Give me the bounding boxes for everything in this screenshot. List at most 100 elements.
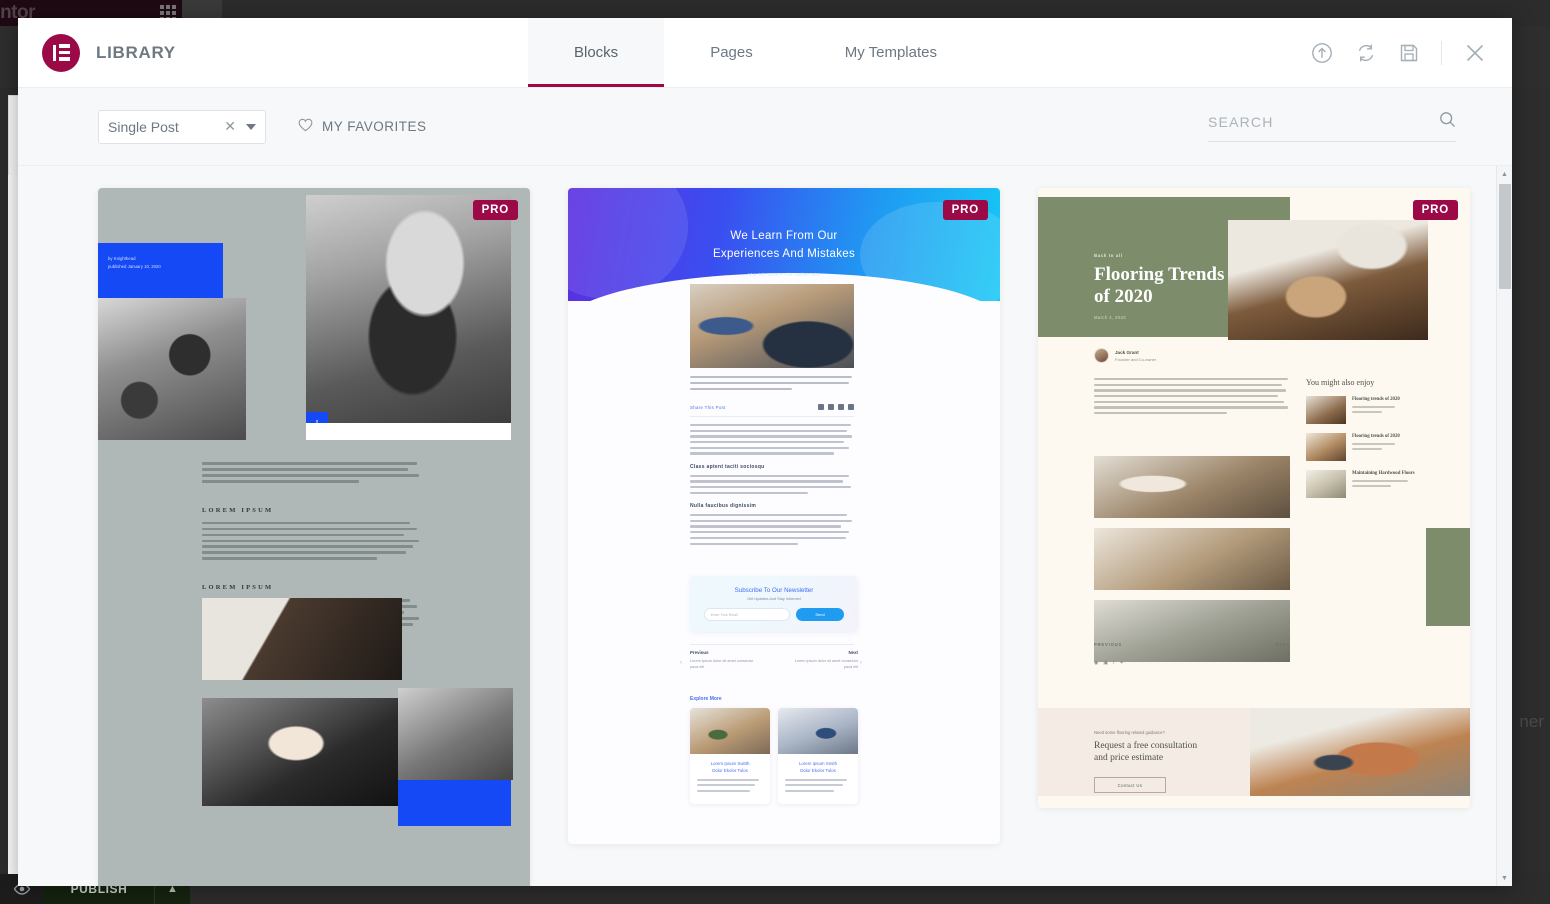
category-filter-select[interactable]: Single Post ✕	[98, 109, 266, 144]
preview-author-name: Jack Grant	[1115, 349, 1139, 355]
preview-subheading: Class aptent taciti sociosqu	[690, 463, 765, 470]
header-divider	[1441, 40, 1442, 65]
preview-photo	[1250, 708, 1470, 796]
preview-accent-block	[398, 780, 511, 826]
page-title: LIBRARY	[96, 42, 176, 62]
tab-blocks[interactable]: Blocks	[528, 18, 665, 87]
preview-meta-author: by Knighthead	[108, 256, 136, 261]
preview-sidebar-item-title: Flooring trends of 2020	[1352, 397, 1400, 402]
modal-header: LIBRARY Blocks Pages My Templates	[18, 18, 1512, 88]
scrollbar-track[interactable]	[1497, 182, 1513, 870]
templates-grid: PRO by Knighthead published January 10, …	[18, 166, 1512, 886]
chevron-down-icon[interactable]	[246, 123, 256, 130]
preview-next-text: Lorem ipsum dolor sit amet consectur pav…	[794, 659, 858, 670]
preview-hero-photo	[306, 195, 511, 423]
preview-next-label: NEXT	[1275, 642, 1290, 647]
preview-contact-button: Contact Us	[1094, 777, 1166, 794]
template-card[interactable]: PRO by Knighthead published January 10, …	[98, 188, 530, 886]
preview-section-heading: LOREM IPSUM	[202, 584, 274, 592]
preview-cta-section: Need some flooring related guidance? Req…	[1038, 708, 1470, 796]
my-favorites-button[interactable]: MY FAVORITES	[298, 118, 427, 135]
tab-pages[interactable]: Pages	[664, 18, 799, 87]
preview-article: Class aptent taciti sociosqu Nulla fauci…	[690, 424, 854, 548]
template-preview: by Knighthead published January 10, 2020…	[98, 188, 530, 886]
preview-hero-photo	[1228, 220, 1428, 340]
preview-barber-photo	[98, 298, 246, 440]
preview-prev-label: PREVIOUS	[1094, 642, 1123, 647]
status-badge: PRO	[472, 200, 518, 220]
preview-newsletter-form: Enter Your Email Send	[690, 601, 858, 621]
clear-x-icon[interactable]: ✕	[224, 118, 236, 135]
facebook-icon: f	[1113, 660, 1115, 666]
scroll-up-arrow-icon[interactable]: ▲	[1497, 166, 1513, 182]
preview-cta-title-line1: Request a free consultation	[1094, 741, 1198, 751]
preview-author: Jack Grant Founder and Co-owner	[1094, 348, 1156, 363]
preview-send-button: Send	[796, 608, 844, 621]
pinterest-icon: ◉	[1094, 660, 1099, 666]
preview-photo	[202, 698, 398, 806]
upload-icon[interactable]	[1311, 42, 1333, 64]
elementor-logo-icon	[42, 33, 80, 72]
preview-feature-photo	[690, 284, 854, 368]
preview-author-role: Founder and Co-owner	[1115, 356, 1157, 362]
preview-prev-label: Previous	[690, 650, 709, 655]
preview-related-subtitle: Dolor Ekolor Tolos	[712, 768, 748, 774]
preview-post-navigation: PREVIOUS NEXT	[1094, 642, 1290, 647]
preview-photo	[1094, 528, 1290, 590]
preview-photo	[1094, 600, 1290, 662]
modal-tabs: Blocks Pages My Templates	[528, 18, 983, 87]
list-item: Maintaining Hardwood Floors	[1306, 470, 1428, 498]
preview-subheading: Nulla faucibus dignissim	[690, 503, 757, 510]
preview-accent-block	[1426, 528, 1470, 626]
preview-social-icons	[818, 404, 854, 410]
sync-icon[interactable]	[1355, 42, 1377, 64]
twitter-icon: ✦	[1119, 660, 1124, 666]
vertical-scrollbar[interactable]: ▲ ▼	[1496, 166, 1512, 886]
twitter-icon	[828, 404, 834, 410]
preview-excerpt	[690, 376, 854, 393]
modal-brand: LIBRARY	[18, 18, 528, 87]
preview-hero-title: We Learn From Our Experiences And Mistak…	[568, 188, 1000, 264]
preview-article	[1094, 378, 1290, 418]
preview-hero-title-line2: Experiences And Mistakes	[712, 247, 856, 260]
editor-canvas-text: ner	[1519, 712, 1544, 731]
avatar	[1094, 348, 1109, 363]
template-card[interactable]: PRO We Learn From Our Experiences And Mi…	[568, 188, 1000, 844]
preview-photo	[1094, 456, 1290, 518]
facebook-icon	[818, 404, 824, 410]
linkedin-icon	[838, 404, 844, 410]
preview-meta-date: published January 10, 2020	[108, 264, 161, 270]
scroll-down-arrow-icon[interactable]: ▼	[1497, 870, 1513, 886]
preview-prev-text: Lorem ipsum dolor sit amet consectur pav…	[690, 659, 754, 670]
search-icon[interactable]	[1439, 111, 1456, 133]
modal-header-actions	[1311, 18, 1512, 87]
heart-icon	[298, 118, 313, 135]
preview-thumbnail	[1306, 396, 1346, 424]
tab-my-templates[interactable]: My Templates	[799, 18, 983, 87]
status-badge: PRO	[1412, 200, 1458, 220]
template-library-modal: LIBRARY Blocks Pages My Templates Single…	[18, 18, 1512, 886]
list-item: Lorem Ipsum Smith Dolor Ekolor Tolos	[778, 708, 858, 805]
preview-next-label: Next	[848, 650, 858, 655]
save-icon[interactable]	[1399, 43, 1419, 63]
templates-scroll-area[interactable]: PRO by Knighthead published January 10, …	[18, 166, 1512, 886]
tab-pages-label: Pages	[710, 44, 753, 61]
preview-newsletter-box: Subscribe To Our Newsletter Get Updates …	[690, 576, 858, 632]
search-input[interactable]	[1208, 114, 1439, 130]
list-item: Flooring trends of 2020	[1306, 396, 1428, 424]
chevron-left-icon: ‹	[680, 660, 682, 666]
preview-related-subtitle: Dolor Ekolor Tolos	[800, 768, 836, 774]
preview-sidebar-item-title: Flooring trends of 2020	[1352, 434, 1400, 439]
tab-my-templates-label: My Templates	[844, 44, 937, 61]
template-card[interactable]: PRO Back to all Flooring Trends of 2020 …	[1038, 188, 1470, 808]
preview-post-navigation: Previous Lorem ipsum dolor sit amet cons…	[690, 650, 858, 670]
preview-related-title: Lorem Ipsum Switth	[710, 761, 750, 766]
instagram-icon: ▣	[1103, 660, 1109, 666]
search-field[interactable]	[1208, 111, 1456, 142]
preview-sidebar-item-title: Maintaining Hardwood Floors	[1352, 471, 1415, 476]
close-icon[interactable]	[1464, 42, 1486, 64]
preview-thumbnail	[1306, 470, 1346, 498]
list-item: Lorem Ipsum Switth Dolor Ekolor Tolos	[690, 708, 770, 805]
preview-hero-meta: Mar 18, 2019 • The Author 202	[748, 271, 820, 277]
scroll-thumb[interactable]	[1498, 184, 1511, 289]
